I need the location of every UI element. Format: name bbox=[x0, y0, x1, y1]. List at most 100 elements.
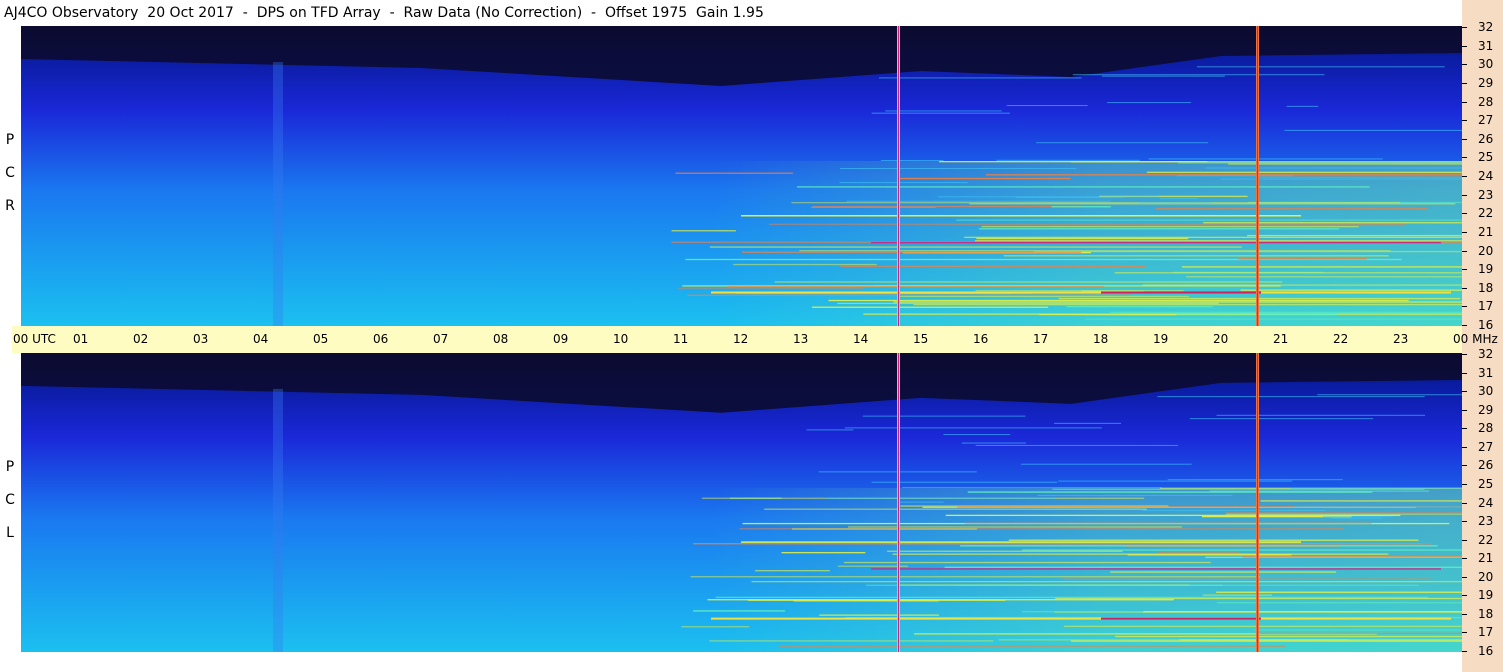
interference-line bbox=[1115, 635, 1462, 638]
interference-line bbox=[1061, 578, 1432, 580]
interference-line bbox=[887, 550, 1123, 552]
interference-line bbox=[1101, 75, 1225, 77]
interference-line bbox=[811, 206, 936, 208]
frequency-tick-mark bbox=[1462, 651, 1467, 652]
interference-line bbox=[844, 427, 1102, 429]
frequency-tick-label: 17 bbox=[1478, 299, 1494, 314]
frequency-tick-mark bbox=[1462, 325, 1467, 326]
frequency-tick-mark bbox=[1462, 521, 1467, 523]
time-tick-label: 06 bbox=[373, 332, 389, 346]
interference-line bbox=[751, 580, 1462, 583]
interference-line bbox=[1317, 394, 1462, 396]
interference-line bbox=[1202, 594, 1272, 596]
interference-line bbox=[681, 626, 750, 628]
interference-line bbox=[675, 172, 793, 174]
frequency-tick-mark bbox=[1462, 45, 1467, 47]
frequency-tick-mark bbox=[1462, 558, 1467, 560]
frequency-tick-label: 20 bbox=[1478, 569, 1494, 584]
vertical-burst bbox=[273, 388, 283, 652]
interference-line bbox=[1216, 591, 1462, 593]
time-marker-line bbox=[1257, 26, 1258, 326]
interference-line bbox=[797, 186, 1370, 188]
interference-line bbox=[880, 160, 944, 162]
frequency-tick-mark bbox=[1462, 539, 1467, 541]
interference-line bbox=[1022, 549, 1462, 551]
interference-line bbox=[1254, 629, 1462, 631]
frequency-tick-label: 25 bbox=[1478, 150, 1494, 165]
time-marker-line bbox=[1257, 353, 1258, 652]
interference-line bbox=[709, 640, 994, 642]
spectrogram-lcp-canvas bbox=[21, 353, 1462, 652]
frequency-tick-label: 31 bbox=[1478, 365, 1494, 380]
time-tick-label: 13 bbox=[793, 332, 809, 346]
frequency-tick-mark bbox=[1462, 64, 1467, 66]
interference-line bbox=[837, 302, 1219, 305]
time-tick-label: 00 UTC bbox=[13, 332, 56, 346]
time-tick-label: 10 bbox=[613, 332, 629, 346]
interference-line bbox=[806, 429, 854, 431]
time-tick-label: 09 bbox=[553, 332, 569, 346]
panel-label-letter: P bbox=[5, 459, 15, 475]
frequency-tick-label: 24 bbox=[1478, 495, 1494, 510]
interference-line bbox=[862, 415, 1026, 417]
spectrogram-lcp bbox=[21, 353, 1462, 652]
frequency-tick-label: 26 bbox=[1478, 458, 1494, 473]
panel-label-letter: P bbox=[5, 132, 15, 148]
interference-line bbox=[944, 566, 1462, 568]
interference-line bbox=[1148, 158, 1383, 160]
frequency-tick-mark bbox=[1462, 287, 1467, 289]
time-tick-label: 15 bbox=[913, 332, 929, 346]
frequency-tick-mark bbox=[1462, 176, 1467, 177]
interference-line bbox=[981, 225, 1359, 228]
time-tick-label: 01 bbox=[73, 332, 89, 346]
interference-line bbox=[1203, 222, 1462, 224]
frequency-tick-mark bbox=[1462, 157, 1467, 159]
interference-line bbox=[1003, 255, 1389, 257]
interference-line bbox=[793, 600, 939, 602]
interference-line bbox=[707, 599, 1174, 601]
frequency-tick-label: 21 bbox=[1478, 224, 1494, 239]
interference-line bbox=[1016, 196, 1124, 198]
interference-line bbox=[902, 487, 1162, 489]
interference-line bbox=[1006, 105, 1088, 107]
frequency-tick-mark bbox=[1462, 409, 1467, 411]
interference-line bbox=[1177, 175, 1294, 177]
time-tick-label: 16 bbox=[973, 332, 989, 346]
time-tick-label: 05 bbox=[313, 332, 329, 346]
interference-line bbox=[897, 501, 944, 503]
interference-line bbox=[975, 444, 1179, 446]
interference-line bbox=[819, 614, 939, 616]
time-tick-label: 11 bbox=[673, 332, 689, 346]
frequency-tick-mark bbox=[1462, 194, 1467, 196]
frequency-tick-label: 29 bbox=[1478, 402, 1494, 417]
frequency-tick-label: 27 bbox=[1478, 113, 1494, 128]
frequency-tick-label: 32 bbox=[1478, 347, 1494, 361]
frequency-tick-label: 19 bbox=[1478, 588, 1494, 603]
interference-line bbox=[1110, 571, 1337, 573]
interference-line bbox=[969, 203, 1456, 205]
interference-line bbox=[1070, 161, 1462, 163]
interference-line bbox=[1290, 487, 1462, 489]
interference-line bbox=[1036, 142, 1209, 144]
frequency-tick-label: 17 bbox=[1478, 625, 1494, 640]
time-tick-label: 04 bbox=[253, 332, 269, 346]
time-tick-label: 07 bbox=[433, 332, 449, 346]
interference-line bbox=[1205, 167, 1462, 169]
time-tick-label: 22 bbox=[1333, 332, 1349, 346]
interference-line bbox=[1259, 632, 1462, 635]
frequency-tick-label: 21 bbox=[1478, 551, 1494, 566]
frequency-tick-label: 23 bbox=[1478, 187, 1494, 202]
interference-line bbox=[778, 645, 1286, 647]
interference-line bbox=[1226, 512, 1462, 514]
frequency-tick-label: 16 bbox=[1478, 318, 1494, 332]
frequency-tick-label: 28 bbox=[1478, 94, 1494, 109]
interference-line bbox=[764, 508, 1147, 510]
interference-line bbox=[985, 174, 1462, 176]
interference-line bbox=[1058, 297, 1461, 300]
frequency-tick-mark bbox=[1462, 82, 1467, 84]
spectrogram-rcp-canvas bbox=[21, 26, 1462, 326]
interference-line bbox=[1240, 289, 1462, 291]
interference-line bbox=[898, 177, 1071, 180]
interference-line bbox=[1216, 414, 1425, 416]
frequency-tick-mark bbox=[1462, 502, 1467, 504]
